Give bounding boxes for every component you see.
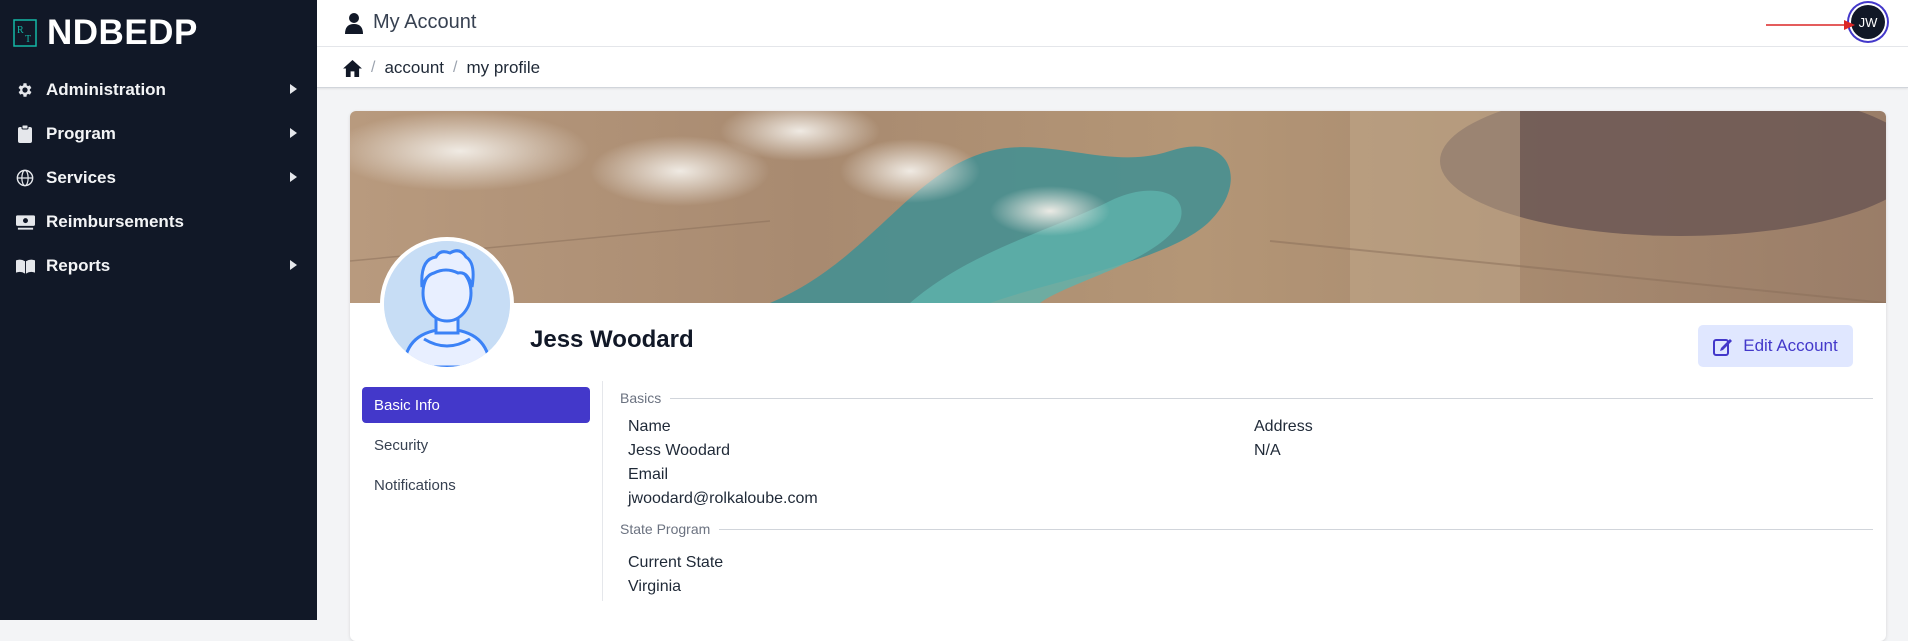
name-label: Name bbox=[628, 418, 671, 435]
sidebar-item-program[interactable]: Program bbox=[0, 112, 317, 156]
sidebar-item-label: Reimbursements bbox=[46, 212, 184, 231]
section-title-text: State Program bbox=[620, 521, 711, 537]
profile-tabs: Basic Info Security Notifications bbox=[362, 387, 590, 507]
sidebar-item-services[interactable]: Services bbox=[0, 156, 317, 200]
sidebar-item-reports[interactable]: Reports bbox=[0, 244, 317, 288]
sidebar-item-reimbursements[interactable]: Reimbursements bbox=[0, 200, 317, 244]
globe-icon bbox=[15, 168, 35, 188]
chevron-right-icon bbox=[290, 128, 297, 138]
clipboard-icon bbox=[15, 124, 35, 144]
svg-text:R: R bbox=[17, 25, 24, 36]
name-value: Jess Woodard bbox=[628, 442, 730, 459]
chevron-right-icon bbox=[290, 260, 297, 270]
sidebar-item-label: Program bbox=[46, 124, 116, 143]
sidebar: R T NDBEDP Administration Program Servic… bbox=[0, 0, 317, 620]
brand[interactable]: R T NDBEDP bbox=[13, 14, 198, 52]
page-title: My Account bbox=[345, 11, 476, 34]
section-title-basics: Basics bbox=[620, 390, 1874, 406]
book-icon bbox=[15, 256, 35, 276]
profile-name: Jess Woodard bbox=[530, 326, 694, 353]
sidebar-item-label: Administration bbox=[46, 80, 166, 99]
edit-icon bbox=[1713, 339, 1733, 356]
address-label: Address bbox=[1254, 418, 1313, 435]
breadcrumb-bar: / account / my profile bbox=[317, 47, 1908, 88]
section-title-state-program: State Program bbox=[620, 521, 1874, 537]
page-title-text: My Account bbox=[373, 11, 477, 33]
profile-banner-image bbox=[350, 111, 1886, 303]
breadcrumb-separator: / bbox=[371, 59, 376, 76]
chevron-right-icon bbox=[290, 172, 297, 182]
profile-card: Jess Woodard Edit Account Basic Info Sec… bbox=[350, 111, 1886, 641]
section-rule bbox=[719, 528, 1874, 530]
tab-basic-info[interactable]: Basic Info bbox=[362, 387, 590, 423]
person-illustration-icon bbox=[384, 241, 510, 367]
sidebar-nav: Administration Program Services Reimburs… bbox=[0, 68, 317, 288]
breadcrumb: / account / my profile bbox=[343, 58, 540, 78]
breadcrumb-item-account[interactable]: account bbox=[384, 58, 444, 78]
email-label: Email bbox=[628, 466, 669, 483]
brand-name: NDBEDP bbox=[47, 13, 198, 52]
money-icon bbox=[15, 212, 35, 232]
home-icon[interactable] bbox=[343, 59, 362, 77]
annotation-arrow-icon bbox=[1766, 20, 1855, 30]
sidebar-item-administration[interactable]: Administration bbox=[0, 68, 317, 112]
current-state-label: Current State bbox=[628, 554, 724, 571]
tab-security[interactable]: Security bbox=[362, 427, 590, 463]
edit-account-button[interactable]: Edit Account bbox=[1698, 325, 1853, 367]
email-value: jwoodard@rolkaloube.com bbox=[628, 490, 818, 507]
user-icon bbox=[345, 12, 363, 34]
top-bar: My Account JW bbox=[317, 0, 1908, 47]
address-value: N/A bbox=[1254, 442, 1281, 459]
tab-notifications[interactable]: Notifications bbox=[362, 467, 590, 503]
sidebar-item-label: Reports bbox=[46, 256, 111, 275]
rt-logo-icon: R T bbox=[13, 19, 37, 47]
divider bbox=[602, 381, 603, 601]
section-title-text: Basics bbox=[620, 390, 662, 406]
section-rule bbox=[670, 397, 1874, 399]
breadcrumb-separator: / bbox=[453, 59, 458, 76]
chevron-right-icon bbox=[290, 84, 297, 94]
user-avatar-button[interactable]: JW bbox=[1851, 5, 1885, 39]
svg-text:T: T bbox=[25, 34, 31, 45]
current-state-value: Virginia bbox=[628, 578, 682, 595]
breadcrumb-item-my-profile: my profile bbox=[466, 58, 541, 77]
edit-account-label: Edit Account bbox=[1743, 336, 1838, 355]
profile-avatar bbox=[380, 237, 514, 371]
gear-icon bbox=[15, 80, 35, 100]
sidebar-item-label: Services bbox=[46, 168, 116, 187]
